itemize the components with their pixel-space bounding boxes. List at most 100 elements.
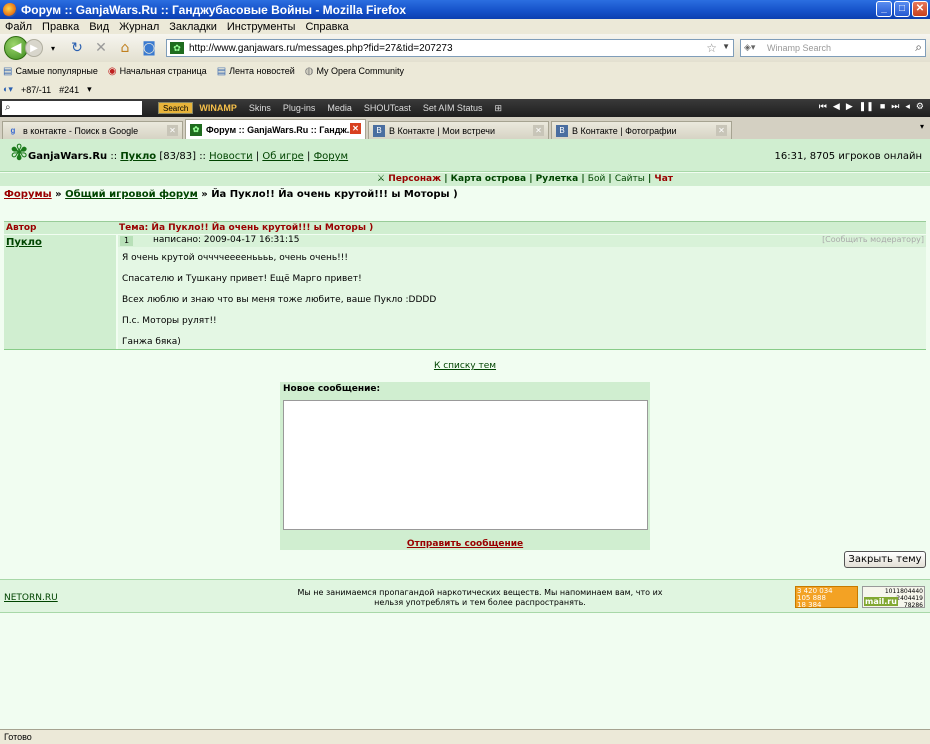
winamp-shoutcast[interactable]: SHOUTcast	[364, 103, 411, 113]
menu-bookmarks[interactable]: Закладки	[169, 21, 217, 33]
about-link[interactable]: Об игре	[262, 151, 303, 162]
send-message-link[interactable]: Отправить сообщение	[280, 539, 650, 549]
rating-counter[interactable]: +87/-11	[21, 85, 51, 95]
post-line: Спасателю и Тушкану привет! Ещё Марго пр…	[122, 274, 362, 284]
user-hp: [83/83]	[159, 151, 196, 162]
new-message-form: Новое сообщение: Отправить сообщение	[280, 382, 650, 550]
play-icon[interactable]: ▶	[846, 101, 853, 112]
tab-google-search[interactable]: g в контакте - Поиск в Google ✕	[2, 121, 183, 139]
menu-roulette[interactable]: Рулетка	[536, 174, 579, 184]
hit-counter-badge[interactable]: 3 420 034 105 888 18 384	[795, 586, 858, 609]
extension-icon[interactable]: ◐▾	[3, 84, 13, 95]
stop-icon[interactable]: ✕	[93, 40, 109, 56]
winamp-search-button[interactable]: Search	[158, 102, 194, 114]
news-link[interactable]: Новости	[209, 151, 252, 162]
netorn-link[interactable]: NETORN.RU	[4, 593, 58, 603]
bookmark-opera-community[interactable]: ◍ My Opera Community	[305, 66, 404, 77]
online-status: 16:31, 8705 игроков онлайн	[774, 151, 922, 162]
addon-icon[interactable]: ◙	[141, 40, 157, 56]
tab-forum[interactable]: ✿ Форум :: GanjaWars.Ru :: Гандж... ✕	[185, 119, 366, 139]
winamp-skins[interactable]: Skins	[249, 103, 271, 113]
volume-icon[interactable]: ◂	[905, 101, 910, 112]
tab-vk-photos[interactable]: B В Контакте | Фотографии ✕	[551, 121, 732, 139]
menu-help[interactable]: Справка	[305, 21, 348, 33]
history-dropdown-icon[interactable]: ▾	[45, 40, 61, 56]
menu-chat[interactable]: Чат	[654, 174, 673, 184]
message-textarea[interactable]	[283, 400, 648, 530]
rewind-icon[interactable]: ◀	[833, 101, 840, 112]
winamp-add-icon[interactable]: ⊞	[494, 103, 502, 114]
minimize-button[interactable]: _	[876, 1, 892, 17]
url-text: http://www.ganjawars.ru/messages.php?fid…	[189, 42, 453, 54]
tab-close-icon[interactable]: ✕	[533, 125, 544, 136]
forum-link[interactable]: Форум	[314, 151, 349, 162]
post-meta: 1 написано: 2009-04-17 16:31:15 [Сообщит…	[118, 235, 926, 247]
next-track-icon[interactable]: ⏭	[891, 101, 899, 112]
menu-edit[interactable]: Правка	[42, 21, 79, 33]
post-line: Я очень крутой оччччееееньььь, очень оче…	[122, 253, 348, 263]
bookmark-star-icon[interactable]: ☆	[706, 41, 717, 55]
back-to-topics-link[interactable]: К списку тем	[0, 361, 930, 371]
post-line: Всех люблю и знаю что вы меня тоже любит…	[122, 295, 437, 305]
tab-vk-events[interactable]: B В Контакте | Мои встречи ✕	[368, 121, 549, 139]
bookmarks-toolbar: ▤ Самые популярные ◉ Начальная страница ▤ Л…	[0, 62, 930, 80]
menu-view[interactable]: Вид	[89, 21, 109, 33]
vk-icon: B	[373, 124, 385, 137]
breadcrumb-general-forum[interactable]: Общий игровой форум	[65, 189, 198, 200]
mailru-logo: mail.ru	[864, 597, 898, 606]
home-icon[interactable]: ⌂	[117, 40, 133, 56]
menu-sites[interactable]: Сайты	[615, 174, 645, 184]
winamp-aim-status[interactable]: Set AIM Status	[423, 103, 483, 113]
rank-number[interactable]: #241	[59, 85, 79, 95]
winamp-plugins[interactable]: Plug-ins	[283, 103, 316, 113]
report-moderator-link[interactable]: [Сообщить модератору]	[822, 235, 924, 244]
bookmark-popular[interactable]: ▤ Самые популярные	[3, 66, 98, 77]
menu-file[interactable]: Файл	[5, 21, 32, 33]
winamp-search-input[interactable]: ⌕	[2, 101, 142, 115]
winamp-settings-icon[interactable]: ⚙	[916, 101, 924, 112]
post-line: Ганжа бяка)	[122, 337, 181, 347]
url-bar[interactable]: ✿ http://www.ganjawars.ru/messages.php?f…	[166, 39, 734, 57]
menu-battle[interactable]: Бой	[588, 174, 606, 184]
prev-track-icon[interactable]: ⏮	[819, 101, 827, 112]
rank-dropdown-icon[interactable]: ▾	[87, 84, 92, 95]
author-column-header: Автор	[6, 223, 37, 233]
site-favicon: ✿	[170, 42, 184, 54]
menu-island-map[interactable]: Карта острова	[451, 174, 526, 184]
menu-bar: Файл Правка Вид Журнал Закладки Инструме…	[0, 19, 930, 34]
breadcrumb-forums[interactable]: Форумы	[4, 189, 52, 200]
mailru-counter-badge[interactable]: 1011804440 2404419 78286 mail.ru	[862, 586, 925, 609]
tab-close-icon[interactable]: ✕	[350, 123, 361, 134]
menu-tools[interactable]: Инструменты	[227, 21, 296, 33]
site-header: ✾ GanjaWars.Ru :: Пукло [83/83] :: Новос…	[0, 139, 930, 172]
bookmark-start-page[interactable]: ◉ Начальная страница	[108, 66, 207, 77]
search-box[interactable]: ◈▾ Winamp Search ⌕	[740, 39, 926, 57]
maximize-button[interactable]: □	[894, 1, 910, 17]
forward-button[interactable]: ▶	[25, 39, 43, 57]
thread-header: Автор Тема: Йа Пукло!! Йа очень крутой!!…	[4, 221, 926, 234]
winamp-media[interactable]: Media	[327, 103, 352, 113]
tab-close-icon[interactable]: ✕	[167, 125, 178, 136]
tab-list-dropdown-icon[interactable]: ▾	[920, 122, 924, 131]
menu-character[interactable]: Персонаж	[388, 174, 441, 184]
stop-playback-icon[interactable]: ■	[880, 101, 885, 112]
character-icon: ⚔	[377, 174, 386, 184]
new-message-label: Новое сообщение:	[283, 384, 381, 394]
forum-post: Пукло 1 написано: 2009-04-17 16:31:15 [С…	[4, 235, 926, 350]
winamp-playback-controls: ⏮ ◀ ▶ ❚❚ ■ ⏭ ◂ ⚙	[819, 101, 924, 112]
user-link[interactable]: Пукло	[120, 151, 156, 162]
search-icon[interactable]: ⌕	[915, 40, 922, 55]
ganjawars-icon: ✿	[190, 123, 202, 136]
pause-icon[interactable]: ❚❚	[859, 101, 874, 112]
close-topic-button[interactable]: Закрыть тему	[844, 551, 926, 568]
tab-close-icon[interactable]: ✕	[716, 125, 727, 136]
google-icon: g	[10, 125, 16, 135]
bookmark-news-feed[interactable]: ▤ Лента новостей	[217, 66, 295, 77]
close-window-button[interactable]: ✕	[912, 1, 928, 17]
search-engine-icon[interactable]: ◈▾	[744, 42, 762, 54]
footer-disclaimer: Мы не занимаемся пропагандой наркотическ…	[297, 588, 663, 607]
post-author-link[interactable]: Пукло	[6, 237, 116, 248]
reload-icon[interactable]: ↻	[69, 40, 85, 56]
url-dropdown-icon[interactable]: ▼	[722, 42, 730, 51]
menu-history[interactable]: Журнал	[119, 21, 159, 33]
